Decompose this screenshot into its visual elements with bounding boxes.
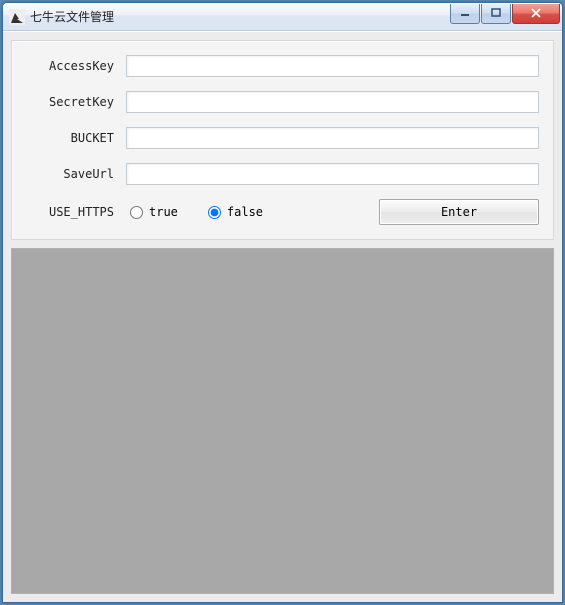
bucket-input[interactable] — [126, 127, 539, 149]
minimize-button[interactable] — [450, 4, 480, 24]
radio-true-input[interactable] — [130, 206, 143, 219]
row-use-https: USE_HTTPS true false Enter — [26, 199, 539, 225]
radio-false-input[interactable] — [208, 206, 221, 219]
secretkey-label: SecretKey — [26, 95, 126, 109]
accesskey-label: AccessKey — [26, 59, 126, 73]
row-accesskey: AccessKey — [26, 55, 539, 77]
use-https-radio-group: true false — [130, 205, 263, 219]
use-https-label: USE_HTTPS — [26, 205, 126, 219]
radio-true-label: true — [149, 205, 178, 219]
window-title: 七牛云文件管理 — [30, 8, 449, 25]
radio-false[interactable]: false — [208, 205, 263, 219]
close-button[interactable] — [512, 4, 560, 24]
bucket-label: BUCKET — [26, 131, 126, 145]
radio-true[interactable]: true — [130, 205, 178, 219]
app-icon — [9, 9, 25, 25]
row-saveurl: SaveUrl — [26, 163, 539, 185]
window-controls — [449, 4, 560, 24]
saveurl-input[interactable] — [126, 163, 539, 185]
row-secretkey: SecretKey — [26, 91, 539, 113]
maximize-button[interactable] — [481, 4, 511, 24]
saveurl-label: SaveUrl — [26, 167, 126, 181]
enter-button[interactable]: Enter — [379, 199, 539, 225]
secretkey-input[interactable] — [126, 91, 539, 113]
client-area: AccessKey SecretKey BUCKET SaveUrl USE_H… — [3, 31, 562, 602]
radio-false-label: false — [227, 205, 263, 219]
row-bucket: BUCKET — [26, 127, 539, 149]
titlebar[interactable]: 七牛云文件管理 — [3, 3, 562, 31]
config-panel: AccessKey SecretKey BUCKET SaveUrl USE_H… — [11, 40, 554, 240]
accesskey-input[interactable] — [126, 55, 539, 77]
content-area — [11, 248, 554, 594]
app-window: 七牛云文件管理 AccessKey SecretKey BU — [2, 2, 563, 603]
